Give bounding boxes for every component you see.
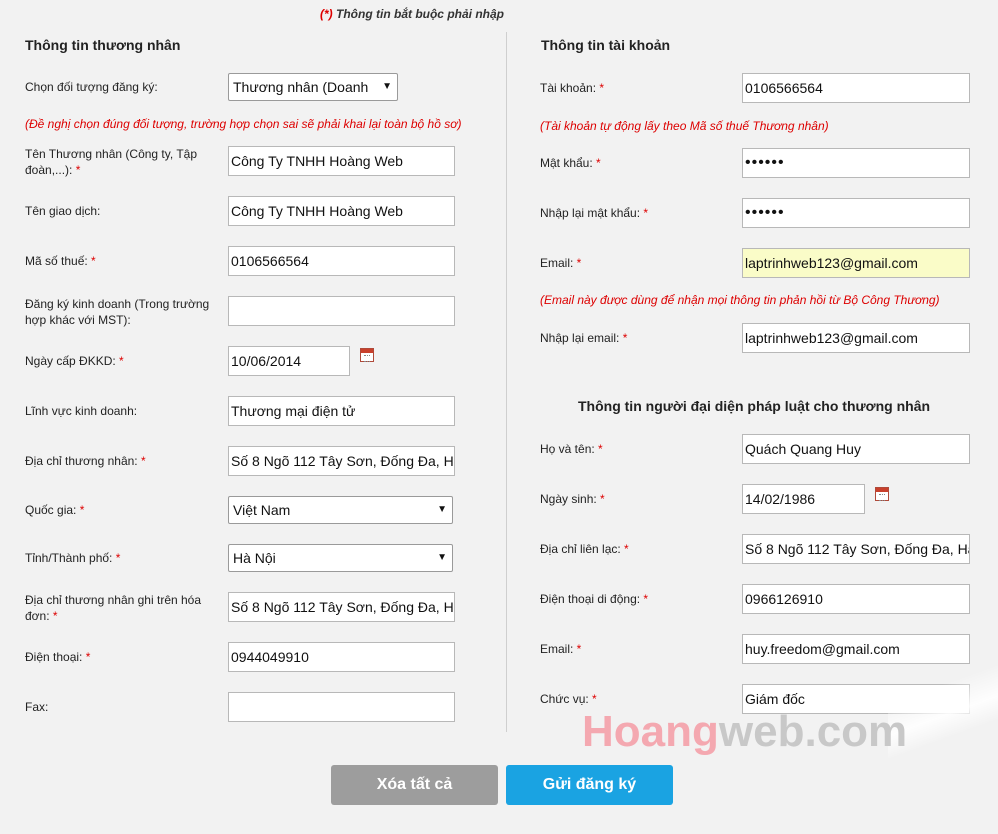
merchant-name-label: Tên Thương nhân (Công ty, Tập đoàn,...):… <box>25 147 198 177</box>
email-confirm-label: Nhập lại email: * <box>540 331 628 345</box>
register-type-hint: (Đề nghị chọn đúng đối tượng, trường hợp… <box>25 117 462 131</box>
dropdown-arrow-icon: ▼ <box>437 504 447 515</box>
issue-date-label: Ngày cấp ĐKKD: * <box>25 354 124 368</box>
email-hint: (Email này được dùng để nhận mọi thông t… <box>540 293 940 307</box>
watermark-logo: Hoangweb.com <box>582 707 908 756</box>
rep-dob-input[interactable]: 14/02/1986 <box>742 484 865 514</box>
province-select[interactable]: Hà Nội ▼ <box>228 544 453 572</box>
dropdown-arrow-icon: ▼ <box>382 81 392 92</box>
tax-code-input[interactable]: 0106566564 <box>228 246 455 276</box>
password-label: Mật khẩu: * <box>540 156 601 170</box>
account-label: Tài khoản: * <box>540 81 605 95</box>
tax-code-label: Mã số thuế: * <box>25 254 96 268</box>
rep-name-input[interactable]: Quách Quang Huy <box>742 434 970 464</box>
issue-date-input[interactable]: 10/06/2014 <box>228 346 350 376</box>
address-label: Địa chỉ thương nhân: * <box>25 454 146 468</box>
calendar-icon[interactable] <box>875 487 889 501</box>
rep-name-label: Họ và tên: * <box>540 442 603 456</box>
password-confirm-input[interactable]: •••••• <box>742 198 970 228</box>
country-select[interactable]: Việt Nam ▼ <box>228 496 453 524</box>
address-input[interactable]: Số 8 Ngõ 112 Tây Sơn, Đống Đa, Hà Nội <box>228 446 455 476</box>
account-hint: (Tài khoản tự động lấy theo Mã số thuế T… <box>540 119 829 133</box>
country-label: Quốc gia: * <box>25 503 85 517</box>
trade-name-input[interactable]: Công Ty TNHH Hoàng Web <box>228 196 455 226</box>
rep-dob-label: Ngày sinh: * <box>540 492 605 506</box>
email-label: Email: * <box>540 256 582 270</box>
register-type-select[interactable]: Thương nhân (Doanh ▼ <box>228 73 398 101</box>
email-confirm-input[interactable]: laptrinhweb123@gmail.com <box>742 323 970 353</box>
legal-rep-title: Thông tin người đại diện pháp luật cho t… <box>578 398 931 414</box>
invoice-address-label: Địa chỉ thương nhân ghi trên hóa đơn: * <box>25 593 202 623</box>
email-input[interactable]: laptrinhweb123@gmail.com <box>742 248 970 278</box>
business-field-label: Lĩnh vực kinh doanh: <box>25 404 138 418</box>
phone-label: Điện thoại: * <box>25 650 91 664</box>
trade-name-label: Tên giao dịch: <box>25 204 101 218</box>
business-reg-input[interactable] <box>228 296 455 326</box>
rep-mobile-input[interactable]: 0966126910 <box>742 584 970 614</box>
account-input[interactable]: 0106566564 <box>742 73 970 103</box>
business-reg-label: Đăng ký kinh doanh (Trong trường hợp khá… <box>25 297 210 327</box>
merchant-info-title: Thông tin thương nhân <box>25 37 181 53</box>
phone-input[interactable]: 0944049910 <box>228 642 455 672</box>
submit-registration-button[interactable]: Gửi đăng ký <box>506 765 673 805</box>
fax-input[interactable] <box>228 692 455 722</box>
required-fields-note: (*) Thông tin bắt buộc phải nhập <box>320 7 504 21</box>
rep-mobile-label: Điện thoại di động: * <box>540 592 649 606</box>
invoice-address-input[interactable]: Số 8 Ngõ 112 Tây Sơn, Đống Đa, Hà Nội <box>228 592 455 622</box>
merchant-name-input[interactable]: Công Ty TNHH Hoàng Web <box>228 146 455 176</box>
rep-email-label: Email: * <box>540 642 582 656</box>
dropdown-arrow-icon: ▼ <box>437 552 447 563</box>
fax-label: Fax: <box>25 700 49 714</box>
business-field-input[interactable]: Thương mại điện tử <box>228 396 455 426</box>
calendar-icon[interactable] <box>360 348 374 362</box>
account-info-title: Thông tin tài khoản <box>541 37 671 53</box>
rep-address-input[interactable]: Số 8 Ngõ 112 Tây Sơn, Đống Đa, Hà Nội <box>742 534 970 564</box>
rep-address-label: Địa chỉ liên lạc: * <box>540 542 629 556</box>
province-label: Tỉnh/Thành phố: * <box>25 551 121 565</box>
password-confirm-label: Nhập lại mật khẩu: * <box>540 206 649 220</box>
column-divider <box>506 32 507 732</box>
password-input[interactable]: •••••• <box>742 148 970 178</box>
clear-all-button[interactable]: Xóa tất cả <box>331 765 498 805</box>
rep-position-label: Chức vụ: * <box>540 692 597 706</box>
register-type-label: Chọn đối tượng đăng ký: <box>25 80 158 94</box>
